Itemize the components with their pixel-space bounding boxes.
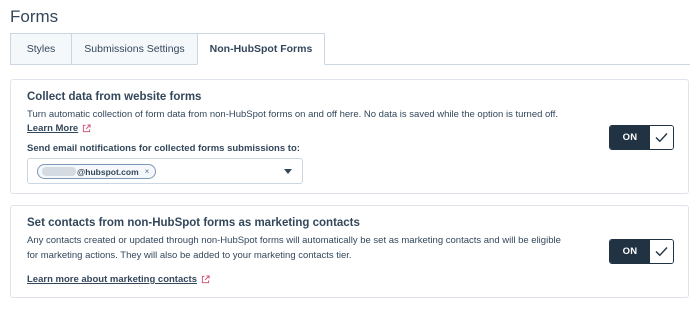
notification-recipients-select[interactable]: @hubspot.com × (27, 158, 303, 184)
chip-remove-icon[interactable]: × (145, 167, 150, 176)
email-chip: @hubspot.com × (37, 164, 157, 179)
redacted-email-prefix (42, 167, 76, 176)
notification-recipients-label: Send email notifications for collected f… (27, 143, 300, 154)
collect-data-toggle[interactable]: ON (609, 125, 674, 150)
external-link-icon (83, 124, 91, 133)
tab-styles[interactable]: Styles (10, 33, 72, 65)
marketing-contacts-card: Set contacts from non-HubSpot forms as m… (10, 205, 689, 298)
chevron-down-icon (284, 169, 292, 174)
marketing-contacts-description-line1: Any contacts created or updated through … (27, 235, 561, 246)
external-link-icon (201, 275, 210, 284)
tab-submissions-settings[interactable]: Submissions Settings (71, 33, 198, 65)
learn-more-marketing-contacts-link[interactable]: Learn more about marketing contacts (27, 274, 210, 285)
collect-data-title: Collect data from website forms (27, 91, 202, 103)
learn-more-link[interactable]: Learn More (27, 123, 91, 134)
tab-non-hubspot-forms[interactable]: Non-HubSpot Forms (197, 33, 325, 65)
checkmark-icon (650, 126, 673, 149)
marketing-contacts-description-line2: for marketing actions. They will also be… (27, 250, 352, 261)
marketing-contacts-toggle[interactable]: ON (609, 239, 674, 264)
tab-bar: Styles Submissions Settings Non-HubSpot … (10, 33, 690, 65)
learn-more-marketing-contacts-label: Learn more about marketing contacts (27, 274, 197, 285)
toggle-on-label: ON (610, 240, 650, 263)
collect-data-description: Turn automatic collection of form data f… (27, 109, 559, 120)
checkmark-icon (650, 240, 673, 263)
learn-more-label: Learn More (27, 123, 79, 134)
collect-data-card: Collect data from website forms Turn aut… (10, 79, 689, 194)
page-title: Forms (10, 7, 59, 26)
toggle-on-label: ON (610, 126, 650, 149)
marketing-contacts-title: Set contacts from non-HubSpot forms as m… (27, 217, 360, 229)
email-chip-label: @hubspot.com (77, 166, 139, 177)
